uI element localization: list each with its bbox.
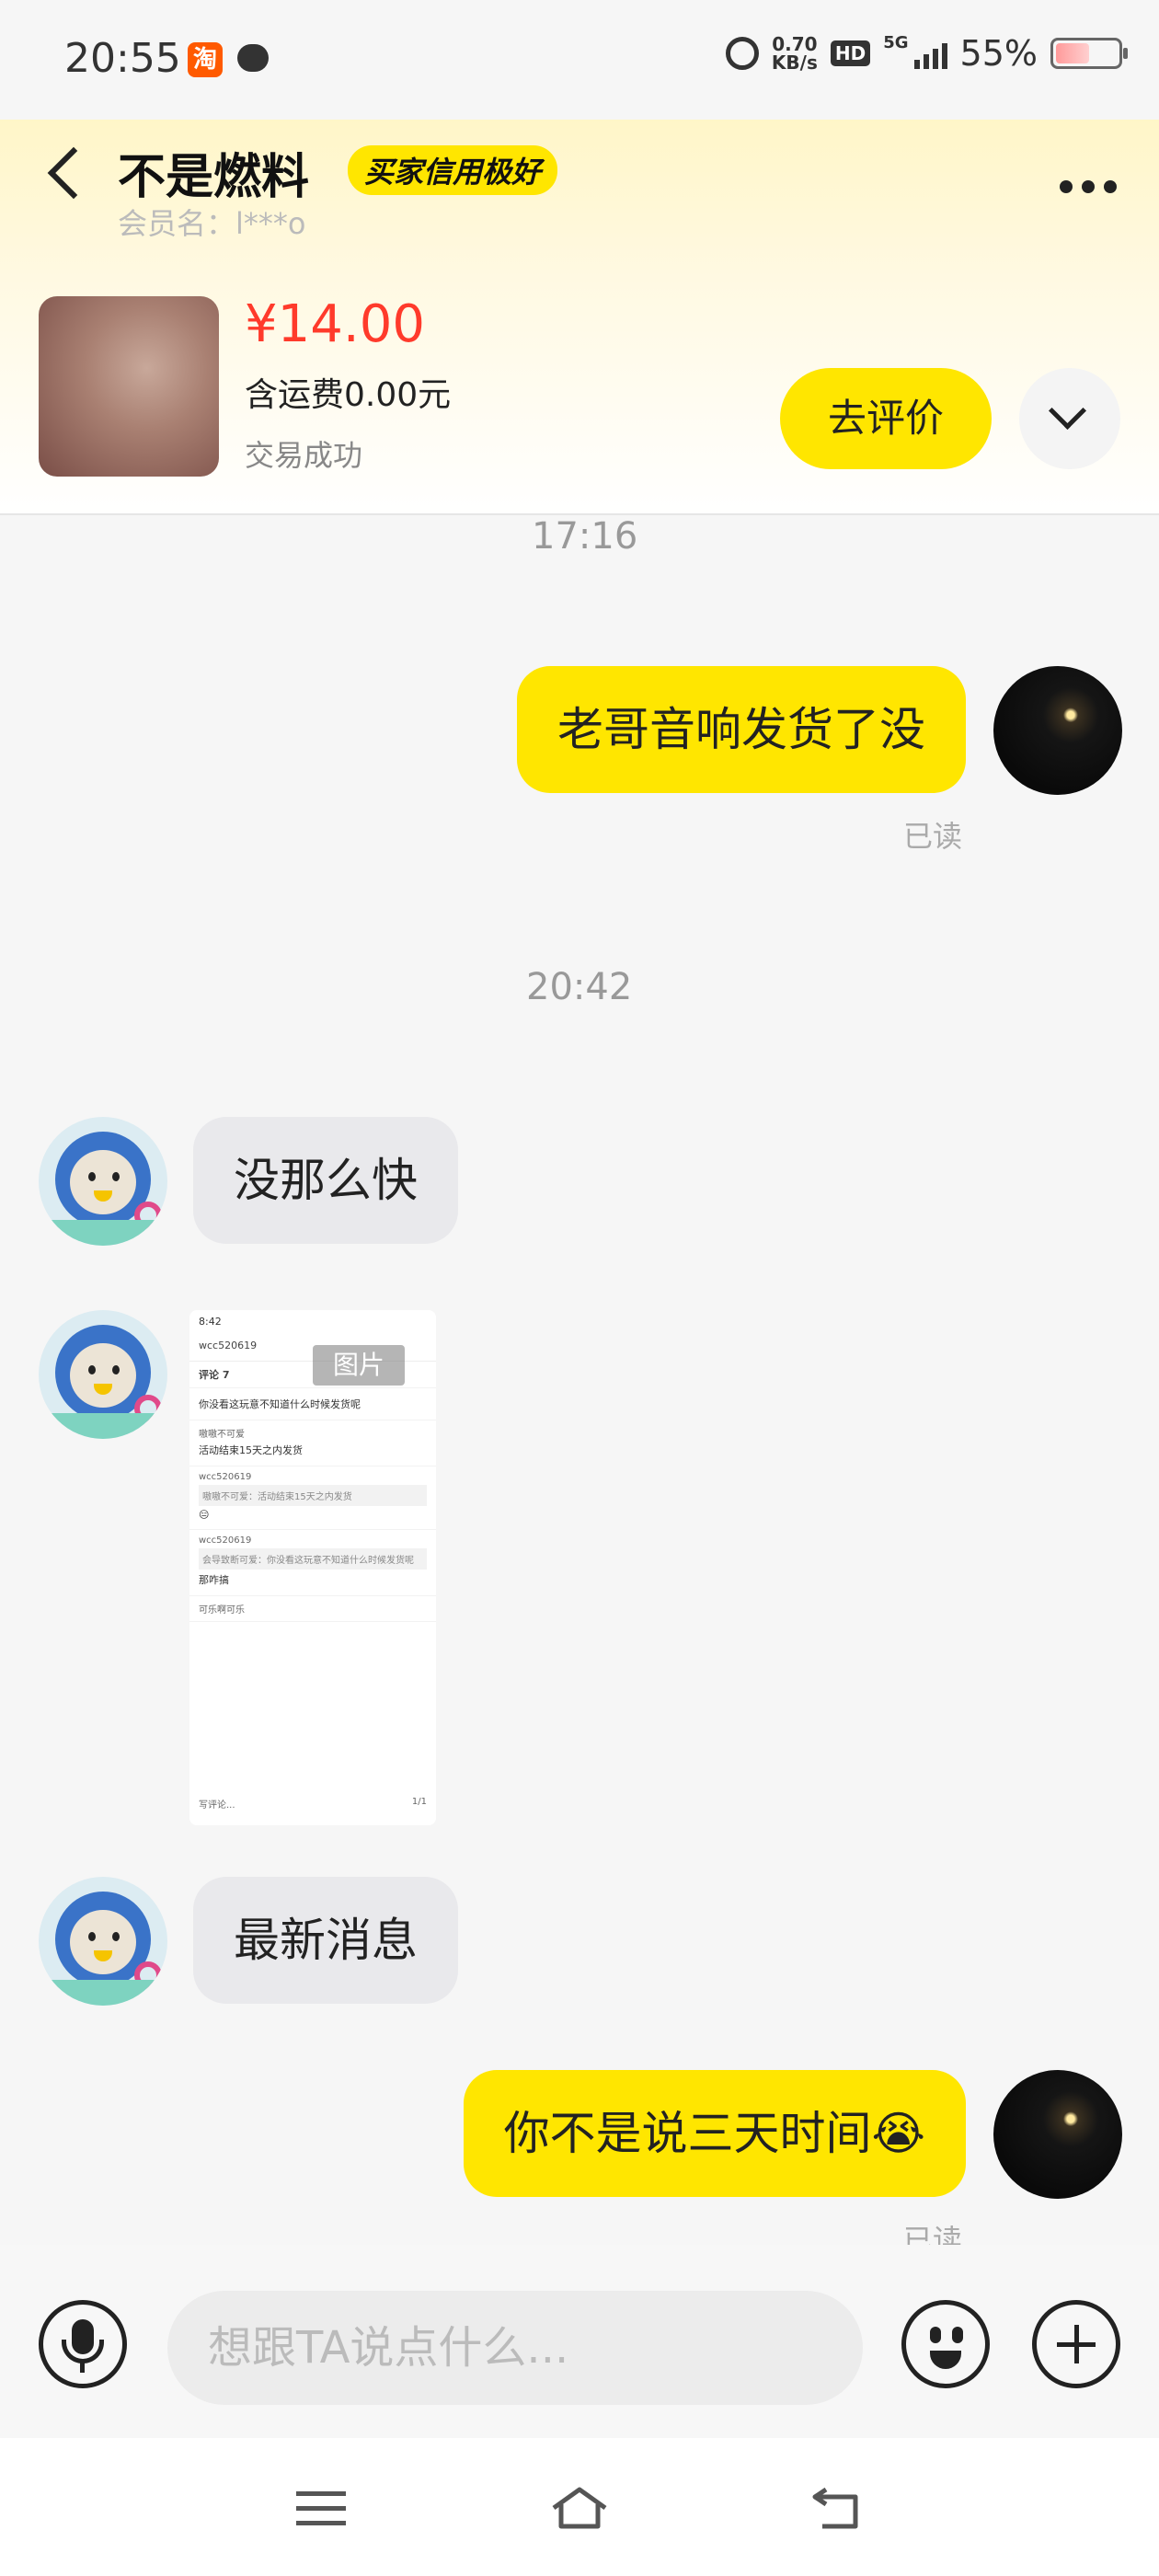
seller-avatar[interactable] — [39, 1877, 167, 2006]
seller-message-bubble[interactable]: 没那么快 — [193, 1117, 458, 1244]
shop-name: 不是燃料 — [118, 150, 310, 205]
order-price: ¥14.00 — [245, 294, 425, 354]
my-avatar[interactable] — [993, 2070, 1122, 2199]
image-label: 图片 — [313, 1345, 405, 1386]
network-type: 5G — [883, 33, 909, 52]
my-avatar[interactable] — [993, 666, 1122, 795]
signal-icon — [913, 38, 947, 69]
product-thumbnail[interactable] — [39, 296, 219, 477]
emoji-icon[interactable] — [901, 2300, 990, 2388]
image-footer: 写评论... 1/1 — [199, 1797, 427, 1811]
network-speed: 0.70 KB/s — [772, 35, 818, 72]
my-message-bubble[interactable]: 你不是说三天时间😭 — [463, 2070, 966, 2197]
chevron-down-icon[interactable] — [1019, 368, 1120, 469]
image-comment: wcc520619 会导致断可爱：你没看这玩意不知道什么时候发货呢 那咋搞 — [189, 1530, 436, 1596]
timestamp: 20:42 — [526, 966, 633, 1008]
image-comment: 可乐啊可乐 — [189, 1596, 436, 1622]
alarm-icon — [725, 37, 759, 70]
shared-image-message[interactable]: 8:42 wcc520619 评论 7 你没看这玩意不知道什么时候发货呢 嗷嗷不… — [189, 1310, 436, 1825]
image-comment: wcc520619 嗷嗷不可爱：活动结束15天之内发货 😑 — [189, 1466, 436, 1530]
seller-message-bubble[interactable]: 最新消息 — [193, 1877, 458, 2004]
plus-icon[interactable] — [1032, 2300, 1120, 2388]
home-icon[interactable] — [550, 2484, 609, 2532]
speed-unit: KB/s — [771, 52, 818, 74]
credit-badge: 买家信用极好 — [348, 145, 558, 195]
timestamp: 17:16 — [532, 515, 638, 558]
shipping-info: 含运费0.00元 — [245, 376, 452, 414]
status-indicators: 0.70 KB/s HD 5G 55% — [725, 33, 1128, 74]
image-comment: 嗷嗷不可爱 活动结束15天之内发货 — [189, 1420, 436, 1466]
message-notification-icon — [237, 44, 269, 72]
seller-avatar[interactable] — [39, 1117, 167, 1246]
member-name: 会员名：l***o — [118, 206, 306, 241]
battery-level — [1056, 43, 1090, 63]
back-icon[interactable] — [809, 2486, 863, 2530]
battery-percent: 55% — [959, 33, 1038, 74]
my-message-bubble[interactable]: 老哥音响发货了没 — [517, 666, 966, 793]
image-status-bar: 8:42 — [199, 1316, 222, 1328]
taobao-notification-icon: 淘 — [188, 42, 223, 77]
menu-icon[interactable] — [296, 2491, 346, 2536]
status-time: 20:55 — [64, 35, 181, 82]
trade-status: 交易成功 — [245, 438, 363, 473]
image-comment: 你没看这玩意不知道什么时候发货呢 — [189, 1388, 436, 1420]
message-input[interactable]: 想跟TA说点什么... — [167, 2291, 863, 2405]
more-dots-icon[interactable] — [1060, 180, 1117, 193]
microphone-icon[interactable] — [39, 2300, 127, 2388]
speed-value: 0.70 — [772, 33, 818, 55]
hd-icon: HD — [830, 40, 871, 66]
read-receipt: 已读 — [903, 819, 963, 854]
review-button[interactable]: 去评价 — [780, 368, 992, 469]
battery-icon — [1050, 38, 1128, 69]
seller-avatar[interactable] — [39, 1310, 167, 1439]
